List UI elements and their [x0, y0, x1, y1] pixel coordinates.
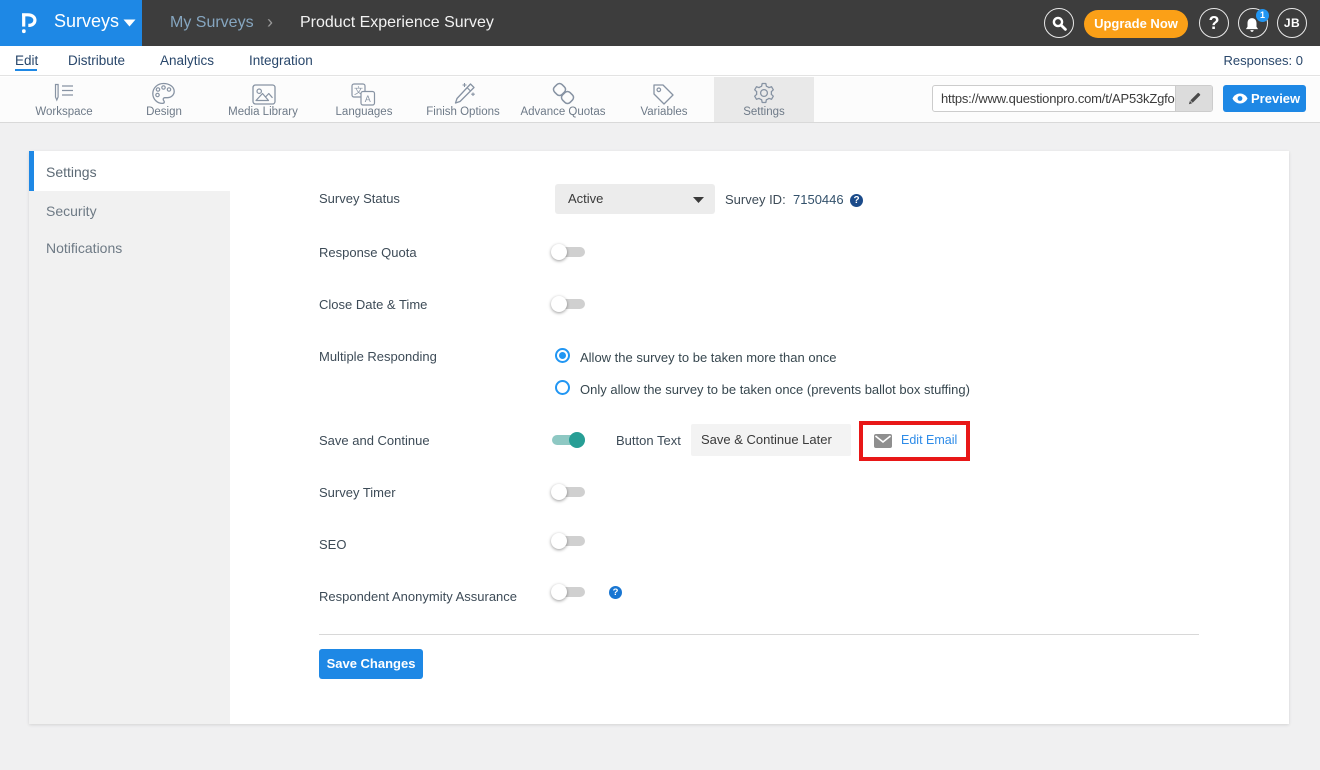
- svg-text:A: A: [365, 94, 371, 104]
